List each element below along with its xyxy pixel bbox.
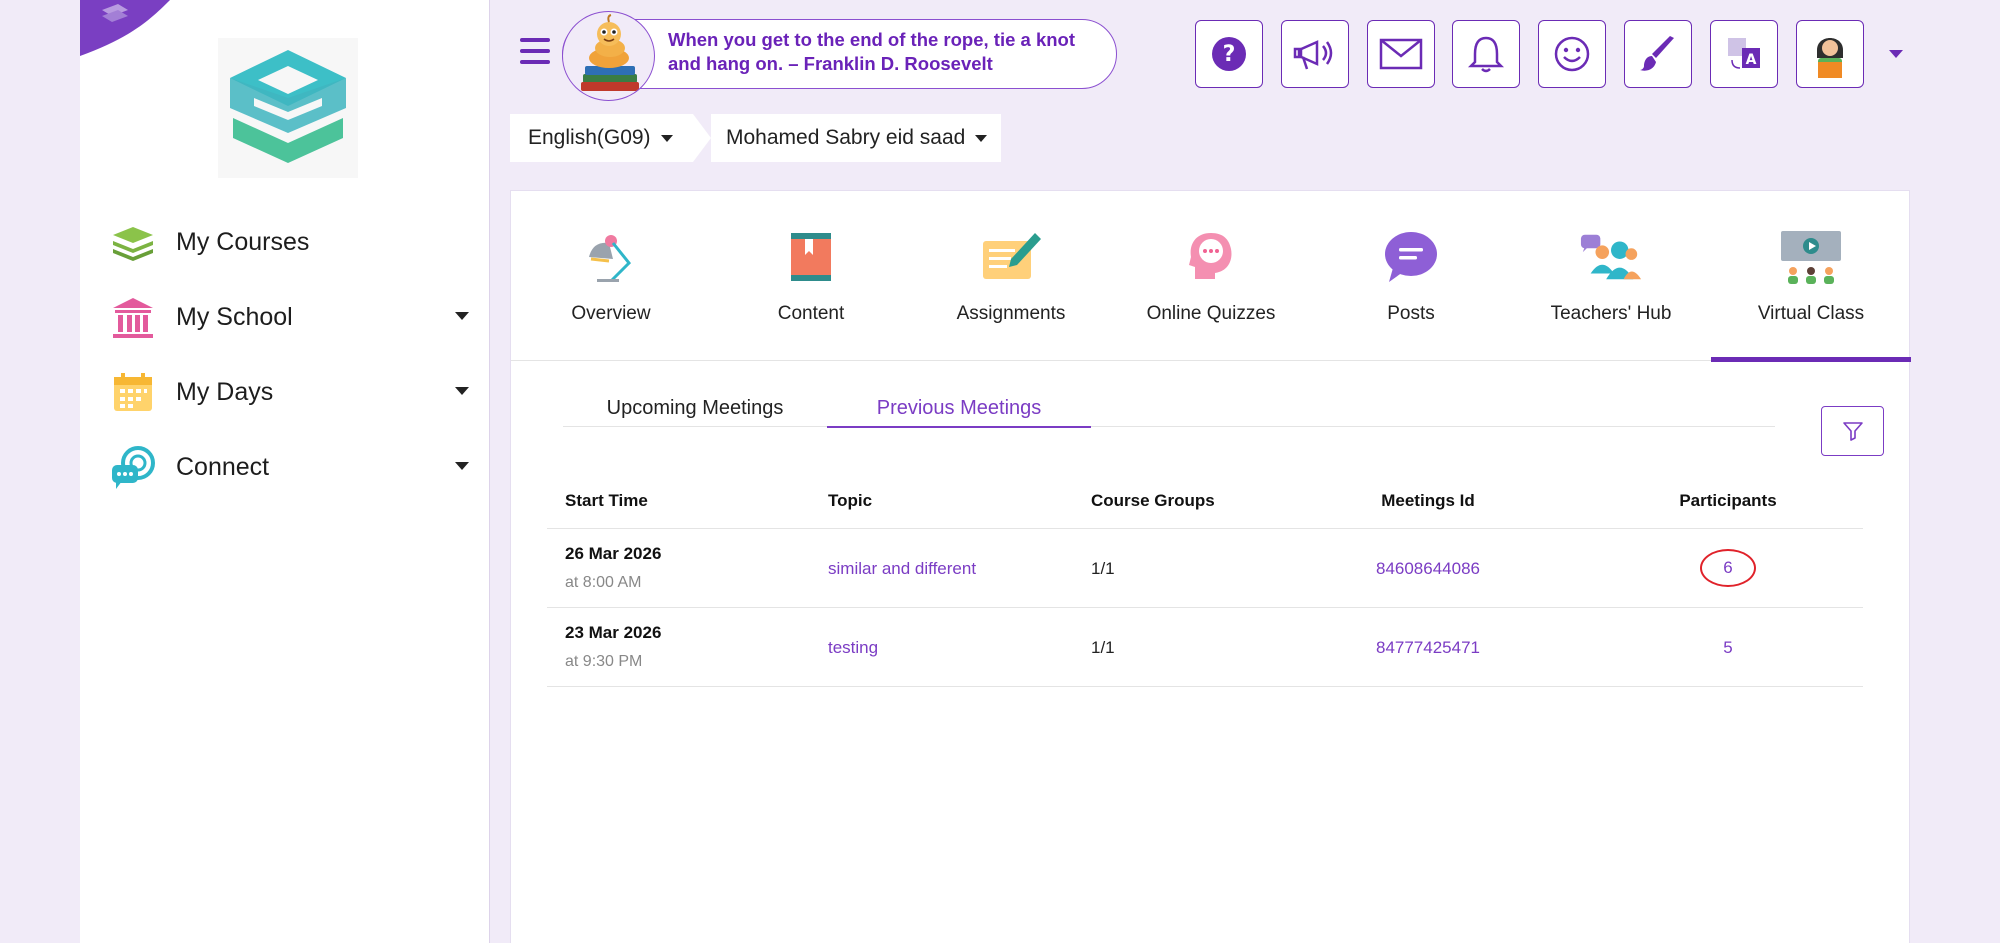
meeting-id-link[interactable]: 84777425471 — [1328, 638, 1528, 658]
mascot-worm-on-books-icon — [562, 11, 655, 101]
assignment-pen-icon — [979, 227, 1043, 287]
mail-icon — [1379, 38, 1423, 70]
tab-label: Teachers' Hub — [1550, 303, 1672, 324]
tab-upcoming-meetings[interactable]: Upcoming Meetings — [563, 397, 827, 427]
mood-button[interactable] — [1538, 20, 1606, 88]
book-icon — [779, 227, 843, 287]
course-groups-value: 1/1 — [1091, 638, 1115, 657]
school-logo-icon — [218, 38, 358, 178]
lamp-icon — [579, 227, 643, 287]
messages-button[interactable] — [1367, 20, 1435, 88]
sidebar-item-label: My School — [176, 303, 293, 331]
chevron-down-icon[interactable] — [455, 462, 469, 470]
tab-teachers-hub[interactable]: Teachers' Hub — [1511, 191, 1711, 361]
tab-label: Virtual Class — [1757, 303, 1865, 324]
brush-icon — [1640, 36, 1674, 71]
help-icon: ? — [1212, 37, 1246, 71]
sidebar-item-label: My Courses — [176, 228, 310, 256]
sidebar-item-connect[interactable]: Connect — [80, 430, 490, 505]
course-panel: Overview Content Assignments Online Quiz… — [510, 190, 1911, 943]
announcements-button[interactable] — [1281, 20, 1349, 88]
hamburger-icon — [520, 38, 550, 42]
meeting-id-link[interactable]: 84608644086 — [1328, 559, 1528, 579]
course-groups-value: 1/1 — [1091, 559, 1115, 578]
meetings-table: Start Time Topic Course Groups Meetings … — [547, 491, 1863, 687]
teacher-selector[interactable]: Mohamed Sabry eid saad — [711, 114, 1001, 162]
virtual-class-icon — [1779, 227, 1843, 287]
chat-bubbles-icon — [110, 445, 156, 491]
meeting-topic-link[interactable]: similar and different — [828, 559, 976, 579]
svg-text:?: ? — [1223, 42, 1236, 67]
quiz-head-icon — [1179, 227, 1243, 287]
school-building-icon — [110, 295, 156, 341]
tab-label: Posts — [1387, 303, 1435, 324]
tab-label: Online Quizzes — [1146, 303, 1276, 324]
chevron-down-icon[interactable] — [455, 312, 469, 320]
meeting-time: at 8:00 AM — [565, 574, 642, 591]
menu-toggle-button[interactable] — [520, 38, 550, 64]
sidebar-item-label: My Days — [176, 378, 274, 406]
stacked-books-icon — [110, 220, 156, 266]
sidebar-item-my-courses[interactable]: My Courses — [80, 205, 490, 280]
tab-assignments[interactable]: Assignments — [911, 191, 1111, 361]
user-avatar-icon — [1817, 38, 1843, 78]
column-header-participants: Participants — [1679, 491, 1777, 510]
sidebar: My Courses My School My Days Connect — [80, 0, 490, 943]
participants-count: 6 — [1723, 558, 1733, 577]
theme-button[interactable] — [1624, 20, 1692, 88]
column-header-start-time: Start Time — [565, 491, 648, 510]
user-menu-chevron-icon[interactable] — [1889, 50, 1903, 58]
teachers-group-icon — [1579, 227, 1643, 287]
column-header-topic: Topic — [828, 491, 873, 510]
table-header: Start Time Topic Course Groups Meetings … — [547, 491, 1863, 529]
chevron-down-icon[interactable] — [455, 387, 469, 395]
tab-previous-meetings[interactable]: Previous Meetings — [827, 397, 1091, 428]
smiley-icon — [1554, 36, 1590, 72]
translate-icon: A — [1728, 38, 1760, 69]
bell-icon — [1467, 36, 1505, 73]
tab-online-quizzes[interactable]: Online Quizzes — [1111, 191, 1311, 361]
column-header-meetings-id: Meetings Id — [1381, 491, 1475, 510]
meeting-date: 26 Mar 2026 — [565, 544, 662, 563]
daily-quote: When you get to the end of the rope, tie… — [668, 29, 1075, 74]
chevron-down-icon — [660, 134, 673, 142]
breadcrumb-separator — [693, 114, 711, 162]
tab-posts[interactable]: Posts — [1311, 191, 1511, 361]
meeting-time: at 9:30 PM — [565, 653, 643, 670]
filter-button[interactable] — [1821, 406, 1884, 456]
filter-icon — [1842, 422, 1863, 441]
corner-logo-icon — [80, 0, 170, 56]
table-row: 23 Mar 2026 at 9:30 PM testing 1/1 84777… — [547, 608, 1863, 687]
tab-overview[interactable]: Overview — [511, 191, 711, 361]
user-profile-button[interactable] — [1796, 20, 1864, 88]
participants-count-link[interactable]: 5 — [1628, 638, 1828, 658]
course-tabs: Overview Content Assignments Online Quiz… — [511, 191, 1911, 362]
column-header-course-groups: Course Groups — [1091, 491, 1215, 510]
language-button[interactable]: A — [1710, 20, 1778, 88]
meeting-topic-link[interactable]: testing — [828, 638, 878, 658]
calendar-icon — [110, 370, 156, 416]
participants-count-link[interactable]: 6 — [1700, 549, 1756, 587]
teacher-selector-label: Mohamed Sabry eid saad — [726, 126, 966, 149]
table-row: 26 Mar 2026 at 8:00 AM similar and diffe… — [547, 529, 1863, 608]
sidebar-item-my-days[interactable]: My Days — [80, 355, 490, 430]
sidebar-item-label: Connect — [176, 453, 270, 481]
announcement-icon — [1293, 40, 1333, 70]
tab-label: Overview — [571, 303, 651, 324]
meetings-subtabs: Upcoming Meetings Previous Meetings — [563, 397, 1775, 428]
tab-virtual-class[interactable]: Virtual Class — [1711, 191, 1911, 362]
meeting-date: 23 Mar 2026 — [565, 623, 662, 642]
tab-label: Content — [777, 303, 845, 324]
tab-label: Assignments — [956, 303, 1066, 324]
course-selector-label: English(G09) — [528, 126, 651, 149]
course-selector[interactable]: English(G09) — [510, 114, 693, 162]
chevron-down-icon — [975, 134, 988, 142]
help-button[interactable]: ? — [1195, 20, 1263, 88]
sidebar-item-my-school[interactable]: My School — [80, 280, 490, 355]
speech-bubble-icon — [1379, 227, 1443, 287]
sidebar-nav: My Courses My School My Days Connect — [80, 205, 490, 505]
notifications-button[interactable] — [1452, 20, 1520, 88]
svg-text:A: A — [1746, 52, 1757, 68]
tab-content[interactable]: Content — [711, 191, 911, 361]
